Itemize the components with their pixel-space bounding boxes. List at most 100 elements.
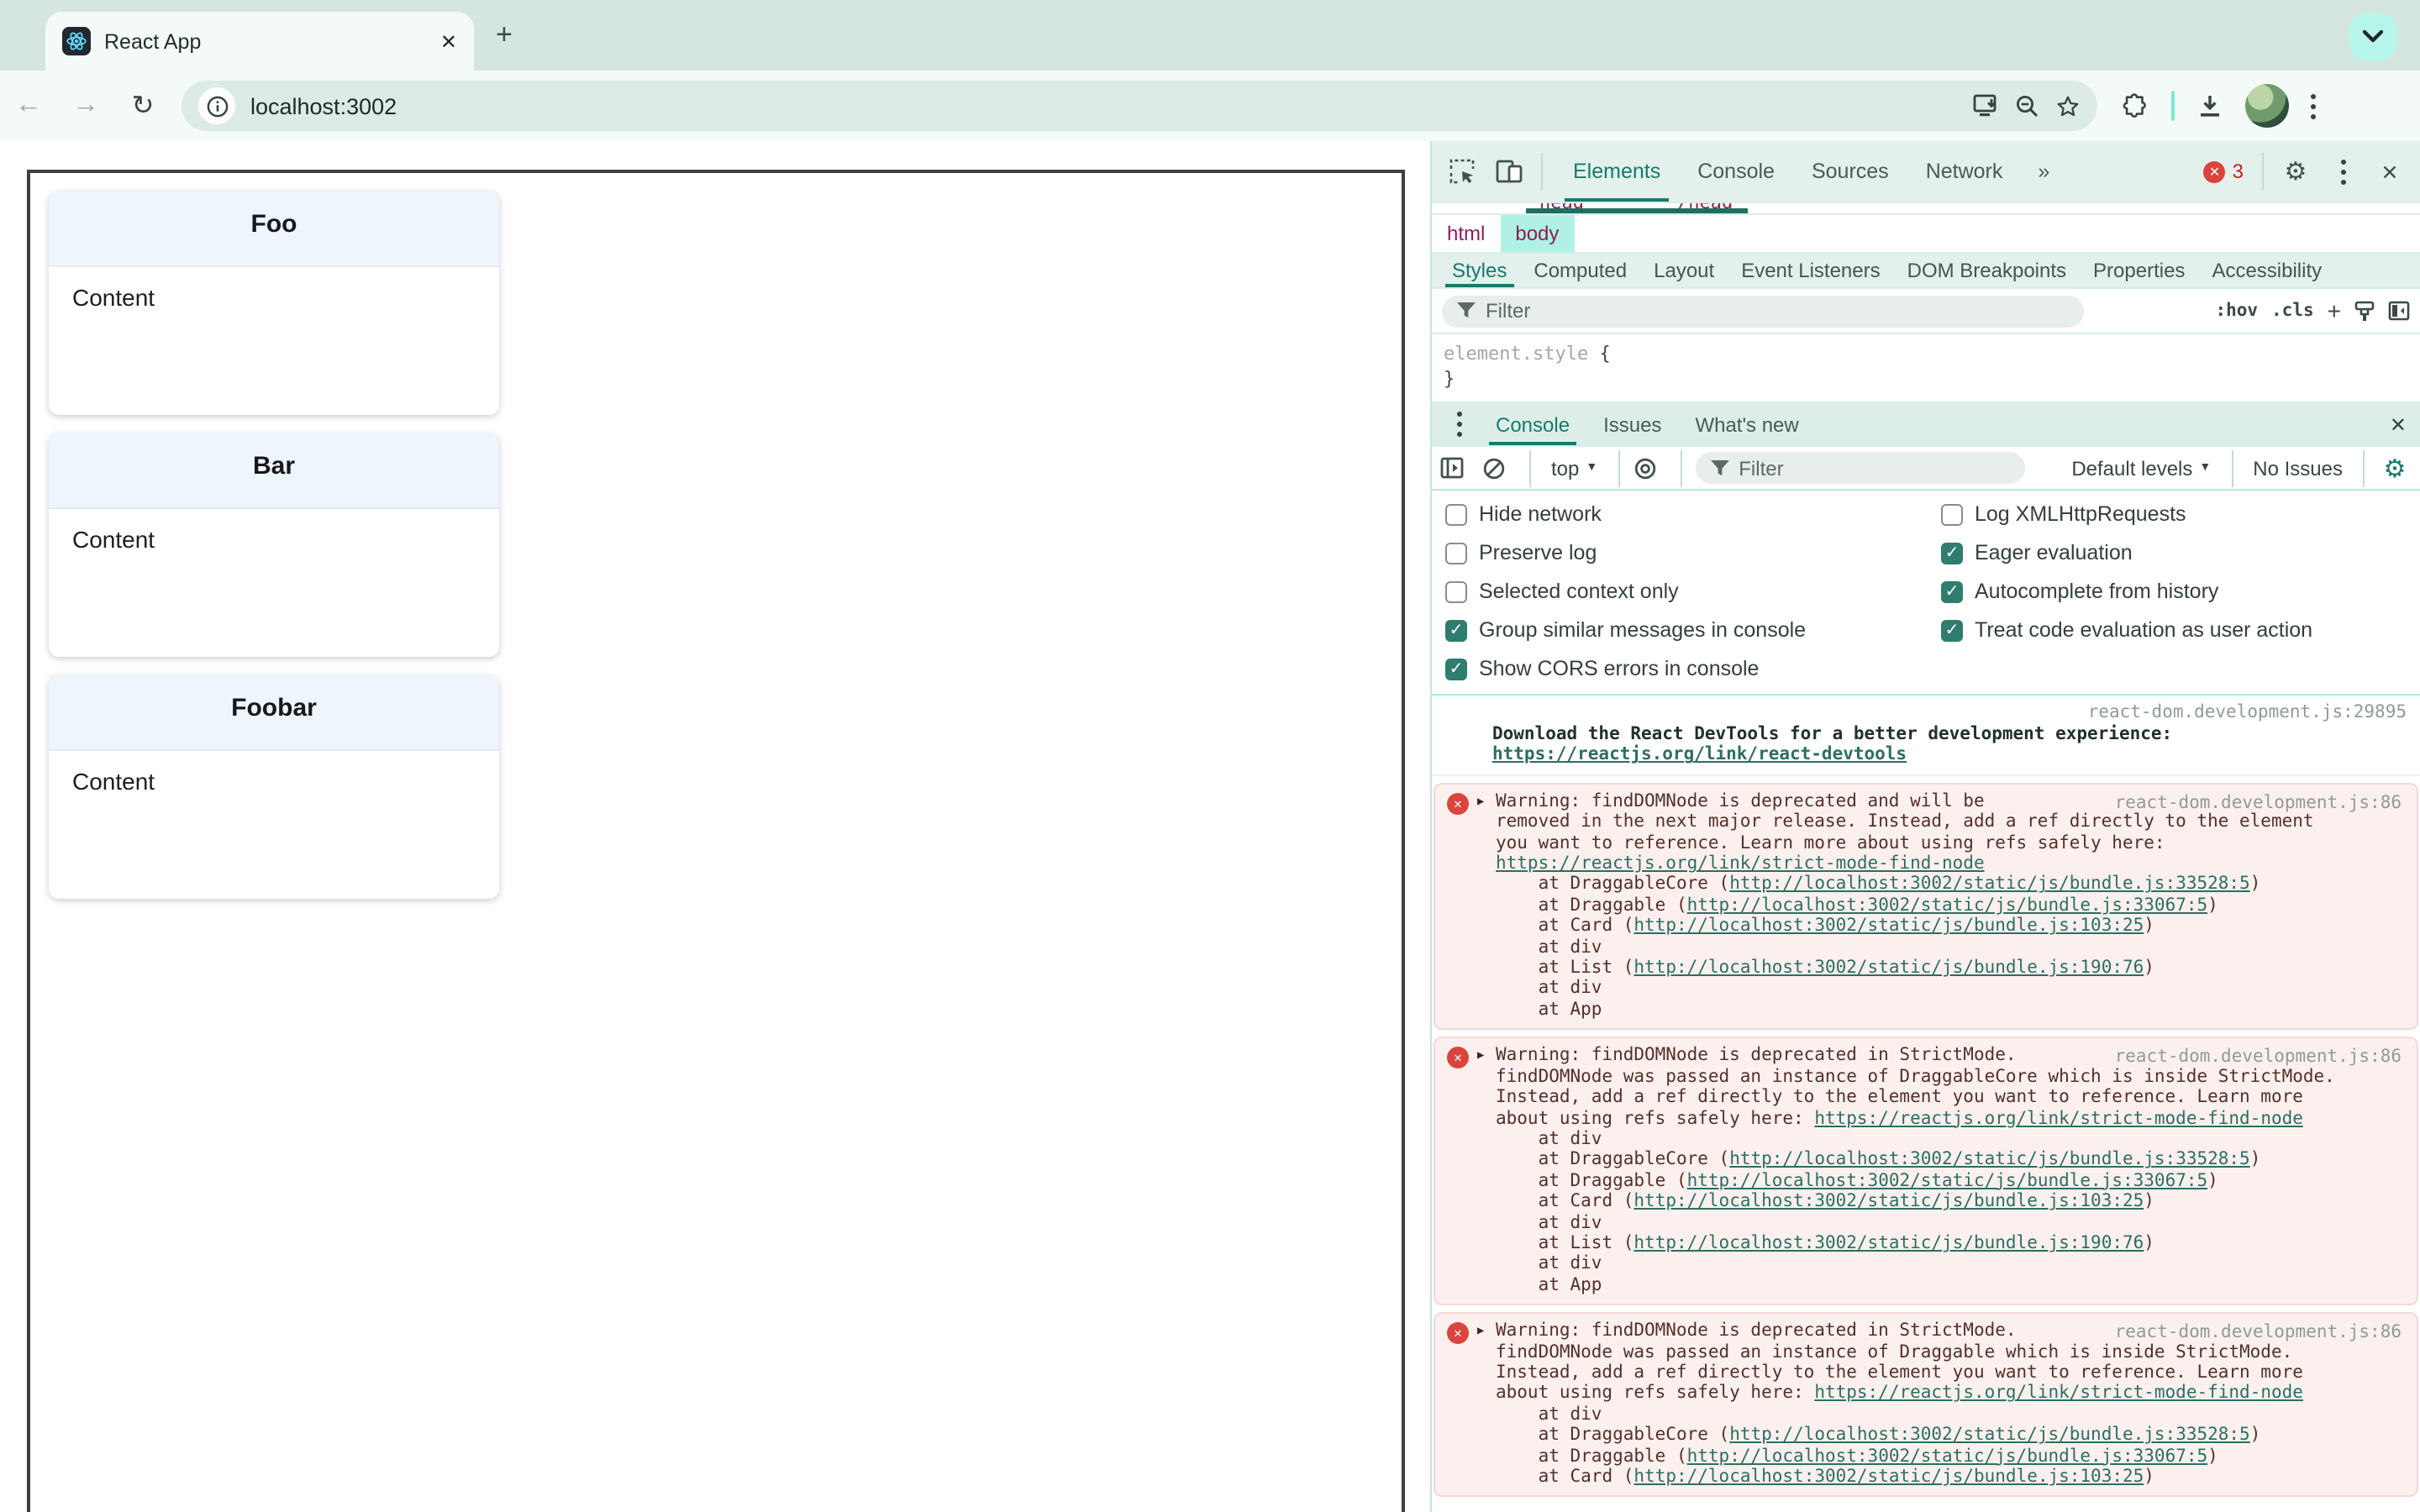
install-app-icon[interactable] (1973, 94, 2000, 118)
setting-show-cors-errors-in-console[interactable]: ✓ Show CORS errors in console (1445, 657, 1941, 680)
js-context-selector[interactable]: top ▼ (1544, 456, 1604, 480)
more-tabs-icon[interactable]: » (2028, 160, 2060, 183)
dom-tree-clipped-row[interactable]: head /head (1432, 203, 2420, 215)
sidebar-tab-properties[interactable]: Properties (2080, 254, 2198, 287)
message-source-link[interactable]: react-dom.development.js:29895 (1492, 702, 2407, 724)
breadcrumb-body[interactable]: body (1500, 215, 1575, 252)
expand-triangle-icon[interactable]: ▶ (1477, 795, 1484, 808)
browser-menu-icon[interactable] (2311, 93, 2316, 118)
back-button[interactable]: ← (0, 91, 57, 121)
checkbox[interactable] (1445, 580, 1467, 602)
tab-search-chevron-button[interactable] (2349, 13, 2396, 60)
console-settings-icon[interactable]: ⚙ (2378, 453, 2412, 483)
card-header[interactable]: Foo (49, 192, 499, 267)
toggle-hover-button[interactable]: :hov (2215, 301, 2258, 321)
console-filter-input[interactable]: Filter (1695, 452, 2025, 484)
devtools-settings-icon[interactable]: ⚙ (2275, 153, 2316, 190)
tab-network[interactable]: Network (1907, 141, 2022, 202)
downloads-icon[interactable] (2196, 92, 2223, 119)
breadcrumb-html[interactable]: html (1432, 215, 1500, 252)
element-style-rule[interactable]: element.style { } (1432, 334, 2420, 403)
checkbox[interactable]: ✓ (1941, 619, 1963, 641)
checkbox[interactable] (1445, 503, 1467, 525)
message-link[interactable]: https://reactjs.org/link/strict-mode-fin… (1814, 1108, 2303, 1128)
browser-tab[interactable]: React App ✕ (45, 12, 474, 71)
setting-log-xmlhttprequests[interactable]: Log XMLHttpRequests (1941, 502, 2407, 526)
sidebar-tab-event-listeners[interactable]: Event Listeners (1728, 254, 1893, 287)
inspect-element-icon[interactable] (1442, 153, 1482, 190)
message-link[interactable]: http://localhost:3002/static/js/bundle.j… (1687, 895, 2208, 916)
error-count-badge[interactable]: ✕ 3 (2203, 160, 2244, 183)
message-link[interactable]: http://localhost:3002/static/js/bundle.j… (1634, 958, 2144, 978)
tab-close-icon[interactable]: ✕ (440, 29, 457, 53)
devtools-close-icon[interactable]: ✕ (2370, 153, 2410, 190)
site-info-icon[interactable] (198, 87, 235, 124)
checkbox[interactable]: ✓ (1445, 658, 1467, 680)
clear-console-icon[interactable] (1482, 456, 1516, 480)
message-link[interactable]: http://localhost:3002/static/js/bundle.j… (1634, 916, 2144, 937)
card-foobar[interactable]: Foobar Content (49, 675, 499, 899)
message-link[interactable]: http://localhost:3002/static/js/bundle.j… (1687, 1446, 2208, 1466)
checkbox[interactable]: ✓ (1941, 580, 1963, 602)
tab-sources[interactable]: Sources (1793, 141, 1907, 202)
expand-triangle-icon[interactable]: ▶ (1477, 1324, 1484, 1337)
toggle-class-button[interactable]: .cls (2271, 301, 2314, 321)
sidebar-tab-layout[interactable]: Layout (1640, 254, 1728, 287)
message-source-link[interactable]: react-dom.development.js:86 (2115, 793, 2402, 813)
message-link[interactable]: http://localhost:3002/static/js/bundle.j… (1634, 1467, 2144, 1487)
setting-group-similar-messages-in-console[interactable]: ✓ Group similar messages in console (1445, 618, 1941, 642)
log-levels-selector[interactable]: Default levels ▼ (2065, 456, 2217, 480)
message-source-link[interactable]: react-dom.development.js:86 (2115, 1322, 2402, 1342)
extensions-puzzle-icon[interactable] (2121, 92, 2149, 120)
tab-console[interactable]: Console (1679, 141, 1793, 202)
message-link[interactable]: https://reactjs.org/link/react-devtools (1492, 745, 1907, 765)
card-bar[interactable]: Bar Content (49, 433, 499, 657)
reload-button[interactable]: ↻ (114, 89, 171, 123)
devtools-menu-icon[interactable] (2323, 153, 2363, 190)
console-sidebar-icon[interactable] (1440, 457, 1474, 479)
device-toolbar-icon[interactable] (1489, 153, 1529, 190)
new-style-rule-button[interactable]: + (2328, 297, 2341, 324)
rendering-brush-icon[interactable] (2354, 300, 2375, 322)
sidebar-tab-computed[interactable]: Computed (1520, 254, 1640, 287)
live-expression-eye-icon[interactable] (1633, 456, 1666, 480)
checkbox[interactable]: ✓ (1941, 542, 1963, 564)
setting-eager-evaluation[interactable]: ✓ Eager evaluation (1941, 541, 2407, 564)
drawer-tab-what-s-new[interactable]: What's new (1678, 403, 1815, 445)
profile-avatar[interactable] (2245, 84, 2289, 128)
message-link[interactable]: http://localhost:3002/static/js/bundle.j… (1687, 1170, 2208, 1190)
setting-hide-network[interactable]: Hide network (1445, 502, 1941, 526)
tab-elements[interactable]: Elements (1555, 141, 1679, 202)
message-link[interactable]: http://localhost:3002/static/js/bundle.j… (1729, 874, 2250, 895)
message-link[interactable]: http://localhost:3002/static/js/bundle.j… (1634, 1233, 2144, 1253)
sidebar-tab-accessibility[interactable]: Accessibility (2198, 254, 2335, 287)
card-header[interactable]: Foobar (49, 675, 499, 751)
sidebar-tab-styles[interactable]: Styles (1439, 254, 1520, 287)
forward-button[interactable]: → (57, 91, 114, 121)
drawer-tab-issues[interactable]: Issues (1586, 403, 1678, 445)
setting-treat-code-evaluation-as-user-action[interactable]: ✓ Treat code evaluation as user action (1941, 618, 2407, 642)
message-link[interactable]: https://reactjs.org/link/strict-mode-fin… (1496, 853, 1985, 874)
zoom-out-icon[interactable] (2015, 93, 2040, 118)
card-foo[interactable]: Foo Content (49, 192, 499, 415)
message-link[interactable]: http://localhost:3002/static/js/bundle.j… (1634, 1191, 2144, 1211)
dock-sidebar-icon[interactable] (2388, 301, 2410, 321)
message-source-link[interactable]: react-dom.development.js:86 (2115, 1047, 2402, 1068)
drawer-close-icon[interactable]: ✕ (2390, 412, 2407, 436)
card-header[interactable]: Bar (49, 433, 499, 509)
setting-selected-context-only[interactable]: Selected context only (1445, 580, 1941, 603)
issues-counter[interactable]: No Issues (2246, 456, 2349, 480)
styles-filter-input[interactable]: Filter (1442, 295, 2084, 327)
checkbox[interactable] (1941, 503, 1963, 525)
message-link[interactable]: https://reactjs.org/link/strict-mode-fin… (1814, 1383, 2303, 1404)
address-bar[interactable]: localhost:3002 (182, 81, 2097, 131)
new-tab-button[interactable]: + (496, 20, 513, 49)
sidebar-tab-dom-breakpoints[interactable]: DOM Breakpoints (1894, 254, 2080, 287)
message-link[interactable]: http://localhost:3002/static/js/bundle.j… (1729, 1425, 2250, 1445)
drawer-tab-console[interactable]: Console (1479, 403, 1586, 445)
checkbox[interactable] (1445, 542, 1467, 564)
expand-triangle-icon[interactable]: ▶ (1477, 1049, 1484, 1063)
drawer-menu-icon[interactable] (1439, 406, 1479, 443)
checkbox[interactable]: ✓ (1445, 619, 1467, 641)
setting-autocomplete-from-history[interactable]: ✓ Autocomplete from history (1941, 580, 2407, 603)
